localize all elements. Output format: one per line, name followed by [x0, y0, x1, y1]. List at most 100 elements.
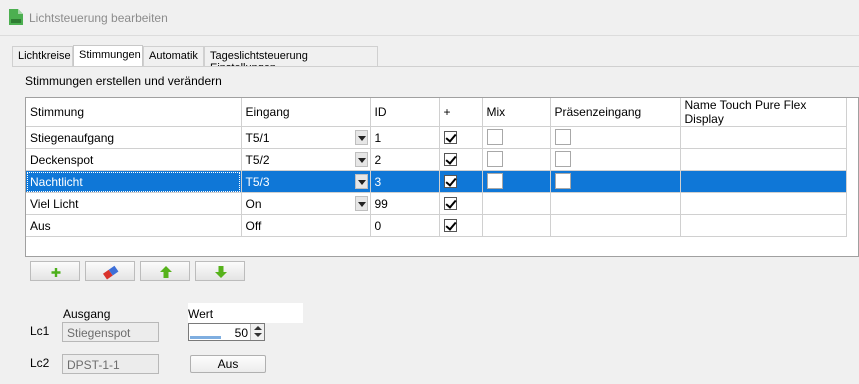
dropdown-arrow-icon[interactable]: [354, 174, 368, 189]
column-header-stimmung[interactable]: Stimmung: [26, 98, 242, 127]
ausgang-field-lc1: Stiegenspot: [62, 322, 159, 342]
cell-name-display[interactable]: [680, 170, 847, 193]
cell-stimmung[interactable]: Nachtlicht: [26, 170, 242, 193]
column-header-plus[interactable]: +: [439, 98, 483, 127]
cell-eingang[interactable]: Off: [241, 214, 371, 237]
cell-mix[interactable]: [482, 170, 551, 193]
checkbox[interactable]: [486, 150, 503, 167]
cell-plus[interactable]: [439, 170, 483, 193]
cell-eingang[interactable]: T5/3: [241, 170, 371, 193]
table-row[interactable]: Nachtlicht T5/3 3: [26, 170, 847, 193]
tab-stimmungen[interactable]: Stimmungen: [73, 45, 143, 68]
table-row[interactable]: Viel Licht On 99: [26, 192, 847, 215]
column-header-mix[interactable]: Mix: [482, 98, 551, 127]
cell-plus[interactable]: [439, 192, 483, 215]
app-icon: [9, 9, 23, 25]
cell-id[interactable]: 3: [370, 170, 440, 193]
cell-stimmung[interactable]: Viel Licht: [26, 192, 242, 215]
cell-id[interactable]: 2: [370, 148, 440, 171]
eraser-icon: [102, 265, 119, 280]
wert-level-bar: [190, 336, 221, 339]
cell-stimmung[interactable]: Stiegenaufgang: [26, 126, 242, 149]
cell-plus[interactable]: [439, 148, 483, 171]
table-row[interactable]: Stiegenaufgang T5/1 1: [26, 126, 847, 149]
cell-mix[interactable]: [482, 148, 551, 171]
checkbox[interactable]: [554, 150, 571, 167]
table-row[interactable]: Aus Off 0: [26, 214, 847, 237]
spin-buttons: [250, 324, 264, 340]
cell-name-display[interactable]: [680, 214, 847, 237]
cell-praesenzeingang[interactable]: [550, 214, 681, 237]
cell-praesenzeingang[interactable]: [550, 192, 681, 215]
cell-praesenzeingang[interactable]: [550, 170, 681, 193]
eingang-value: On: [245, 196, 262, 211]
add-row-button[interactable]: [30, 261, 80, 281]
stimmungen-panel: Stimmungen erstellen und verändern Stimm…: [12, 66, 859, 384]
cell-stimmung[interactable]: Aus: [26, 214, 242, 237]
dropdown-arrow-icon[interactable]: [354, 130, 368, 145]
cell-stimmung[interactable]: Deckenspot: [26, 148, 242, 171]
tab-automatik[interactable]: Automatik: [143, 46, 204, 67]
checkbox[interactable]: [554, 172, 571, 189]
panel-heading: Stimmungen erstellen und verändern: [25, 74, 222, 88]
table-row[interactable]: Deckenspot T5/2 2: [26, 148, 847, 171]
checkbox[interactable]: [443, 218, 457, 232]
eingang-value: Off: [245, 218, 262, 233]
aus-button[interactable]: Aus: [190, 355, 266, 373]
plus-icon: [51, 268, 61, 277]
stimmungen-grid[interactable]: Stimmung Eingang ID + Mix Präsenzeingang…: [25, 97, 859, 257]
title-bar: Lichtsteuerung bearbeiten: [0, 0, 859, 36]
cell-eingang[interactable]: On: [241, 192, 371, 215]
tab-tageslichtsteuerung[interactable]: Tageslichtsteuerung Einstellungen: [204, 46, 378, 74]
wert-value: 50: [234, 326, 248, 340]
eingang-value: T5/1: [245, 130, 270, 145]
checkbox[interactable]: [443, 174, 457, 188]
cell-praesenzeingang[interactable]: [550, 148, 681, 171]
cell-mix[interactable]: [482, 126, 551, 149]
checkbox[interactable]: [486, 128, 503, 145]
spin-up-icon[interactable]: [254, 326, 262, 330]
dropdown-arrow-icon[interactable]: [354, 152, 368, 167]
ausgang-field-lc2: DPST-1-1: [62, 354, 159, 374]
tab-lichtkreise[interactable]: Lichtkreise: [12, 46, 73, 67]
output-label-lc2: Lc2: [30, 356, 50, 370]
move-down-button[interactable]: [195, 261, 245, 281]
header-ausgang: Ausgang: [63, 307, 111, 321]
cell-praesenzeingang[interactable]: [550, 126, 681, 149]
column-header-id[interactable]: ID: [370, 98, 440, 127]
checkbox[interactable]: [554, 128, 571, 145]
cell-name-display[interactable]: [680, 192, 847, 215]
arrow-up-icon: [160, 266, 172, 278]
column-header-praesenzeingang[interactable]: Präsenzeingang: [550, 98, 681, 127]
checkbox[interactable]: [443, 152, 457, 166]
output-label-lc1: Lc1: [30, 324, 50, 338]
cell-name-display[interactable]: [680, 148, 847, 171]
header-wert: Wert: [188, 307, 214, 321]
cell-name-display[interactable]: [680, 126, 847, 149]
cell-plus[interactable]: [439, 126, 483, 149]
cell-eingang[interactable]: T5/1: [241, 126, 371, 149]
move-up-button[interactable]: [140, 261, 190, 281]
cell-id[interactable]: 99: [370, 192, 440, 215]
column-header-eingang[interactable]: Eingang: [241, 98, 371, 127]
dropdown-arrow-icon[interactable]: [354, 196, 368, 211]
cell-id[interactable]: 0: [370, 214, 440, 237]
arrow-down-icon: [215, 266, 227, 278]
grid-body: Stiegenaufgang T5/1 1 Deckenspot T5/2 2 Nachtl…: [26, 126, 847, 237]
window-title: Lichtsteuerung bearbeiten: [29, 11, 168, 25]
column-header-name-display[interactable]: Name Touch Pure Flex Display: [680, 98, 847, 127]
eingang-value: T5/3: [245, 174, 270, 189]
spin-down-icon[interactable]: [254, 333, 262, 337]
cell-mix[interactable]: [482, 214, 551, 237]
cell-eingang[interactable]: T5/2: [241, 148, 371, 171]
cell-plus[interactable]: [439, 214, 483, 237]
wert-spinbox-lc1[interactable]: 50: [188, 323, 265, 341]
delete-row-button[interactable]: [85, 261, 135, 281]
checkbox[interactable]: [486, 172, 503, 189]
eingang-value: T5/2: [245, 152, 270, 167]
cell-mix[interactable]: [482, 192, 551, 215]
grid-header-row: Stimmung Eingang ID + Mix Präsenzeingang…: [26, 98, 847, 127]
checkbox[interactable]: [443, 196, 457, 210]
cell-id[interactable]: 1: [370, 126, 440, 149]
checkbox[interactable]: [443, 130, 457, 144]
